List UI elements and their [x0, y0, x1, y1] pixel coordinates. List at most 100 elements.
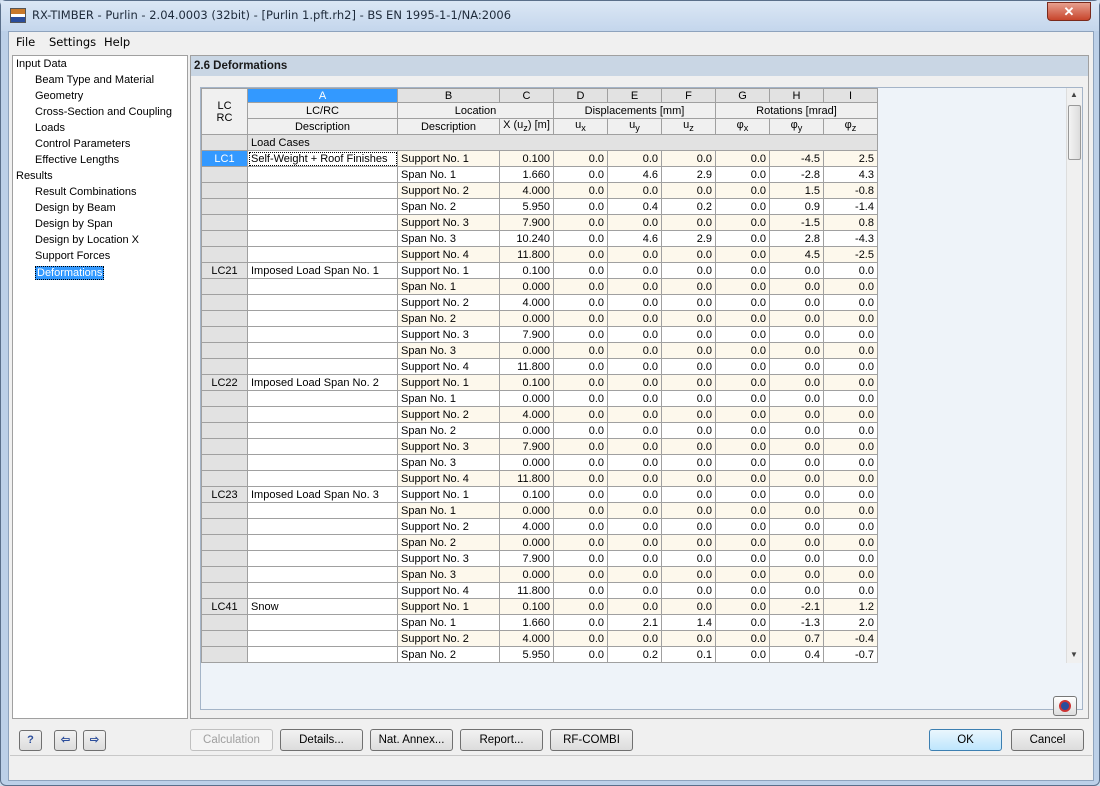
tree-group-results[interactable]: Results [16, 170, 53, 182]
cell-phiz[interactable]: 0.0 [823, 406, 878, 423]
cell-description[interactable] [247, 246, 398, 263]
cell-lc[interactable]: LC23 [201, 486, 248, 503]
cell-lc[interactable] [201, 630, 248, 647]
cell-location[interactable]: Span No. 3 [397, 566, 500, 583]
cell-phiy[interactable]: 0.0 [769, 262, 824, 279]
cell-phiy[interactable]: 0.0 [769, 470, 824, 487]
cell-uy[interactable]: 4.6 [607, 166, 662, 183]
cell-location[interactable]: Support No. 3 [397, 438, 500, 455]
cell-phiy[interactable]: 0.0 [769, 406, 824, 423]
menu-file[interactable]: File [16, 35, 35, 49]
cell-uz[interactable]: 0.0 [661, 406, 716, 423]
cell-lc[interactable]: LC22 [201, 374, 248, 391]
cell-phiz[interactable]: 0.0 [823, 566, 878, 583]
cell-lc[interactable] [201, 310, 248, 327]
cell-ux[interactable]: 0.0 [553, 534, 608, 551]
cell-phiy[interactable]: 4.5 [769, 246, 824, 263]
cell-phiz[interactable]: 0.8 [823, 214, 878, 231]
cell-phiz[interactable]: 0.0 [823, 470, 878, 487]
cell-ux[interactable]: 0.0 [553, 502, 608, 519]
cell-description[interactable] [247, 534, 398, 551]
report-button[interactable]: Report... [460, 729, 543, 751]
table-row[interactable]: Span No. 3 0.000 0.0 0.0 0.0 0.0 0.0 0.0 [201, 454, 878, 471]
cell-x[interactable]: 0.100 [499, 486, 554, 503]
cell-phiz[interactable]: 0.0 [823, 358, 878, 375]
cell-uz[interactable]: 0.0 [661, 422, 716, 439]
tree-item-design-by-beam[interactable]: Design by Beam [35, 202, 116, 214]
cell-lc[interactable] [201, 550, 248, 567]
cell-phiz[interactable]: 0.0 [823, 486, 878, 503]
cell-ux[interactable]: 0.0 [553, 614, 608, 631]
cell-uy[interactable]: 0.0 [607, 406, 662, 423]
cell-lc[interactable] [201, 182, 248, 199]
cell-phix[interactable]: 0.0 [715, 630, 770, 647]
table-row[interactable]: Support No. 2 4.000 0.0 0.0 0.0 0.0 0.0 0.0 [201, 406, 878, 423]
cell-phiy[interactable]: 0.0 [769, 326, 824, 343]
table-row[interactable]: LC21 Imposed Load Span No. 1 Support No. 1… [201, 262, 878, 279]
cell-phiy[interactable]: 0.0 [769, 294, 824, 311]
cell-uz[interactable]: 0.0 [661, 182, 716, 199]
table-row[interactable]: Support No. 4 11.800 0.0 0.0 0.0 0.0 0.0 0.0 [201, 470, 878, 487]
cell-phiz[interactable]: 0.0 [823, 534, 878, 551]
cell-x[interactable]: 0.000 [499, 454, 554, 471]
cell-phiy[interactable]: 0.0 [769, 278, 824, 295]
cell-description[interactable] [247, 326, 398, 343]
cell-x[interactable]: 7.900 [499, 214, 554, 231]
cell-phiy[interactable]: 0.0 [769, 454, 824, 471]
scroll-up-icon[interactable]: ▲ [1070, 90, 1078, 99]
cell-lc[interactable] [201, 422, 248, 439]
cell-description[interactable] [247, 646, 398, 663]
menu-help[interactable]: Help [104, 35, 130, 49]
cell-x[interactable]: 1.660 [499, 614, 554, 631]
cell-phiy[interactable]: 0.7 [769, 630, 824, 647]
cell-phiz[interactable]: 2.0 [823, 614, 878, 631]
cell-phiy[interactable]: 0.0 [769, 374, 824, 391]
export-button[interactable] [1053, 696, 1077, 716]
tree-item-support-forces[interactable]: Support Forces [35, 250, 110, 262]
cell-phiy[interactable]: 0.0 [769, 486, 824, 503]
cell-description[interactable] [247, 198, 398, 215]
cell-description[interactable] [247, 358, 398, 375]
cell-ux[interactable]: 0.0 [553, 294, 608, 311]
cell-location[interactable]: Span No. 1 [397, 614, 500, 631]
table-row[interactable]: Span No. 3 10.240 0.0 4.6 2.9 0.0 2.8 -4.3 [201, 230, 878, 247]
cell-location[interactable]: Support No. 1 [397, 150, 500, 167]
cell-phix[interactable]: 0.0 [715, 310, 770, 327]
cell-x[interactable]: 4.000 [499, 630, 554, 647]
cell-lc[interactable] [201, 614, 248, 631]
cell-uy[interactable]: 0.4 [607, 198, 662, 215]
cell-location[interactable]: Support No. 2 [397, 630, 500, 647]
cell-uz[interactable]: 0.0 [661, 438, 716, 455]
cell-phix[interactable]: 0.0 [715, 294, 770, 311]
cell-lc[interactable] [201, 246, 248, 263]
cell-phix[interactable]: 0.0 [715, 326, 770, 343]
cell-uy[interactable]: 0.0 [607, 598, 662, 615]
cell-phiy[interactable]: 0.9 [769, 198, 824, 215]
cell-x[interactable]: 0.100 [499, 150, 554, 167]
cell-ux[interactable]: 0.0 [553, 438, 608, 455]
cell-phiy[interactable]: 0.4 [769, 646, 824, 663]
cell-location[interactable]: Span No. 2 [397, 310, 500, 327]
tree-item-design-by-location-x[interactable]: Design by Location X [35, 234, 139, 246]
cell-location[interactable]: Support No. 4 [397, 470, 500, 487]
cell-x[interactable]: 7.900 [499, 326, 554, 343]
cell-phix[interactable]: 0.0 [715, 534, 770, 551]
cell-uy[interactable]: 0.0 [607, 486, 662, 503]
cell-phix[interactable]: 0.0 [715, 262, 770, 279]
cell-uz[interactable]: 0.0 [661, 358, 716, 375]
cell-lc[interactable] [201, 406, 248, 423]
cell-location[interactable]: Support No. 1 [397, 262, 500, 279]
cell-uy[interactable]: 0.0 [607, 358, 662, 375]
cell-description[interactable] [247, 566, 398, 583]
row-header[interactable] [201, 134, 248, 151]
table-row[interactable]: Span No. 2 0.000 0.0 0.0 0.0 0.0 0.0 0.0 [201, 534, 878, 551]
cell-lc[interactable] [201, 518, 248, 535]
cell-phix[interactable]: 0.0 [715, 518, 770, 535]
cell-phix[interactable]: 0.0 [715, 214, 770, 231]
cell-lc[interactable] [201, 566, 248, 583]
cell-phiy[interactable]: -2.8 [769, 166, 824, 183]
cell-uy[interactable]: 0.0 [607, 246, 662, 263]
cell-ux[interactable]: 0.0 [553, 358, 608, 375]
column-header-a[interactable]: A [247, 88, 398, 103]
table-row[interactable]: Span No. 1 0.000 0.0 0.0 0.0 0.0 0.0 0.0 [201, 502, 878, 519]
